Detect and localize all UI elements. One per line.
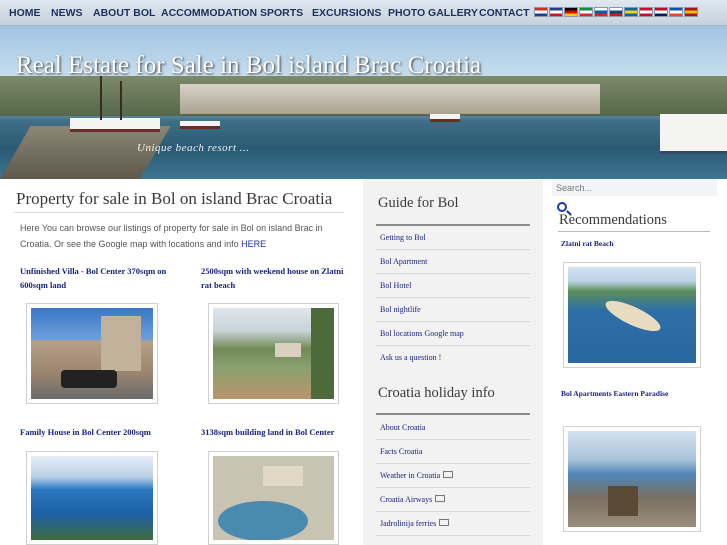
property-title[interactable]: Unfinished Villa - Bol Center 370sqm on … [20,265,170,292]
nav-sports[interactable]: SPORTS [260,0,303,26]
aerial-map-photo [213,456,334,540]
nav-excursions[interactable]: EXCURSIONS [312,0,381,26]
beach-spit [602,295,664,337]
intro-body: Here You can browse our listings of prop… [20,223,323,249]
link-divider [376,273,530,274]
external-link-icon [435,495,446,502]
weekend-house-photo [213,308,334,399]
norwegian-flag-icon[interactable] [654,7,668,17]
villa-building [101,316,141,371]
property-photo[interactable] [208,451,339,545]
page-title: Property for sale in Bol on island Brac … [16,189,333,208]
guide-link[interactable]: Bol Hotel [380,281,530,290]
guide-link[interactable]: Bol locations Google map [380,329,530,338]
header-banner: Real Estate for Sale in Bol island Brac … [0,26,727,179]
holiday-link-external[interactable]: Jadrolinija ferries [380,519,530,528]
property-photo[interactable] [26,303,158,404]
nav-home[interactable]: HOME [9,0,41,26]
zlatni-rat-photo [568,267,696,363]
italian-flag-icon[interactable] [579,7,593,17]
guide-rule [376,224,530,226]
property-title[interactable]: Family House in Bol Center 200sqm [20,426,170,440]
nav-accommodation[interactable]: ACCOMMODATION [161,0,257,26]
nav-about-bol[interactable]: ABOUT BOL [93,0,155,26]
external-link-icon [439,519,450,526]
danish-flag-icon[interactable] [639,7,653,17]
header-boat-mast [120,81,122,120]
header-boat-mast [100,76,102,120]
pine-tree [311,308,334,399]
villa-photo [31,308,153,399]
holiday-link[interactable]: About Croatia [380,423,530,432]
top-nav: HOME NEWS ABOUT BOL ACCOMMODATION SPORTS… [0,0,727,26]
header-town [180,84,600,114]
guide-link[interactable]: Bol Apartment [380,257,530,266]
croatian-flag-icon[interactable] [534,7,548,17]
link-divider [376,535,530,536]
nav-news[interactable]: NEWS [51,0,83,26]
terrace-furniture [608,486,638,516]
guide-link[interactable]: Bol nightlife [380,305,530,314]
property-title[interactable]: 3138sqm building land in Bol Center [201,426,351,440]
header-subtitle: Unique beach resort ... [137,142,250,154]
recommendation-photo[interactable] [563,426,701,532]
holiday-title: Croatia holiday info [378,385,495,401]
property-title[interactable]: 2500sqm with weekend house on Zlatni rat… [201,265,351,292]
header-boat [430,114,460,122]
holiday-link-external[interactable]: Croatia Airways [380,495,530,504]
intro-text: Here You can browse our listings of prop… [20,220,346,252]
link-divider [376,321,530,322]
search-input[interactable] [552,179,717,196]
building-plot [263,466,303,486]
holiday-link-external[interactable]: Weather in Croatia [380,471,530,480]
pickup-truck [61,370,117,388]
link-divider [376,249,530,250]
nav-contact[interactable]: CONTACT [479,0,530,26]
nav-photo-gallery[interactable]: PHOTO GALLERY [388,0,478,26]
link-divider [376,297,530,298]
guide-link[interactable]: Ask us a question ! [380,353,530,362]
german-flag-icon[interactable] [564,7,578,17]
recommendation-title[interactable]: Bol Apartments Eastern Paradise [561,388,711,400]
language-flags [534,7,699,18]
holiday-link[interactable]: Facts Croatia [380,447,530,456]
link-divider [376,439,530,440]
french-flag-icon[interactable] [669,7,683,17]
sea-view-photo [31,456,153,540]
link-divider [376,463,530,464]
property-photo[interactable] [26,451,158,545]
recommendations-rule [558,231,710,232]
slovenian-flag-icon[interactable] [594,7,608,17]
recommendation-photo[interactable] [563,262,701,368]
holiday-link-label: Jadrolinija ferries [380,519,437,528]
english-flag-icon[interactable] [549,7,563,17]
spanish-flag-icon[interactable] [684,7,698,17]
search-icon[interactable] [557,202,567,212]
link-divider [376,487,530,488]
header-boat [660,114,727,154]
title-divider [14,212,344,213]
map-link[interactable]: HERE [241,239,266,249]
holiday-link-label: Weather in Croatia [380,471,441,480]
harbour-water [218,501,308,540]
external-link-icon [443,471,454,478]
link-divider [376,345,530,346]
header-boat [70,118,160,132]
recommendation-title[interactable]: Zlatni rat Beach [561,238,711,250]
property-photo[interactable] [208,303,339,404]
link-divider [376,511,530,512]
recommendations-title: Recommendations [559,212,667,228]
header-boat [180,121,220,129]
eastern-paradise-photo [568,431,696,527]
header-title: Real Estate for Sale in Bol island Brac … [16,52,482,79]
swedish-flag-icon[interactable] [624,7,638,17]
holiday-rule [376,413,530,415]
guide-link[interactable]: Getting to Bol [380,233,530,242]
holiday-link-label: Croatia Airways [380,495,433,504]
czech-flag-icon[interactable] [609,7,623,17]
weekend-house [275,343,301,357]
guide-title: Guide for Bol [378,195,459,211]
